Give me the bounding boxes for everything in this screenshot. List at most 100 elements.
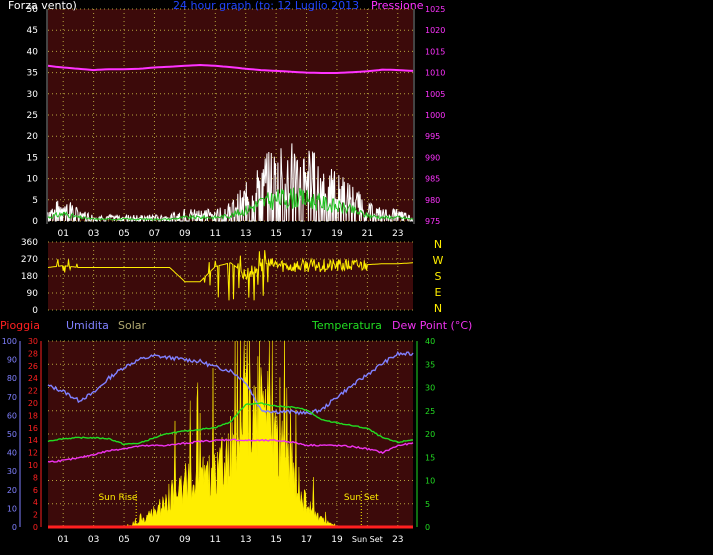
- rain-tick-label: 22: [28, 387, 38, 396]
- rain-tick-label: 24: [28, 374, 38, 383]
- pressure-tick-label: 985: [425, 175, 440, 184]
- temperature-tick-label: 20: [425, 430, 435, 439]
- humidity-label: Umidita: [66, 319, 109, 332]
- rain-label: Pioggia: [0, 319, 40, 332]
- humidity-tick-label: 30: [7, 467, 17, 476]
- hour-tick-label: 21: [362, 229, 373, 239]
- temperature-tick-label: 10: [425, 477, 435, 486]
- humidity-tick-label: 0: [12, 523, 17, 532]
- sunset-label: Sun Set: [344, 493, 379, 503]
- pressure-tick-label: 990: [425, 153, 440, 162]
- hour-tick-label: 23: [392, 229, 403, 239]
- sunrise-label: Sun Rise: [98, 493, 137, 503]
- pressure-tick-label: 1000: [425, 111, 445, 120]
- humidity-tick-label: 10: [7, 504, 17, 513]
- humidity-tick-label: 20: [7, 486, 17, 495]
- hour-tick-label: 01: [57, 229, 68, 239]
- direction-tick-label: 270: [21, 255, 38, 265]
- hour-tick-label: 23: [392, 535, 403, 545]
- humidity-tick-label: 60: [7, 411, 17, 420]
- humidity-tick-label: 80: [7, 374, 17, 383]
- direction-tick-label: 0: [32, 306, 38, 316]
- wind-tick-label: 5: [32, 196, 38, 206]
- compass-label: E: [435, 286, 442, 299]
- compass-label: N: [434, 302, 442, 315]
- compass-label: W: [433, 254, 444, 267]
- hour-tick-label: 09: [179, 229, 191, 239]
- rain-tick-label: 4: [33, 498, 38, 507]
- pressure-tick-label: 1005: [425, 90, 445, 99]
- hour-tick-label: 07: [149, 229, 160, 239]
- hour-tick-label: 11: [210, 229, 221, 239]
- rain-tick-label: 0: [33, 523, 38, 532]
- pressure-tick-label: 1010: [425, 69, 445, 78]
- hour-tick-label: 07: [149, 535, 160, 545]
- wind-panel: [48, 9, 413, 221]
- hour-tick-label: 15: [270, 535, 281, 545]
- hour-tick-label: Sun Set: [352, 535, 383, 544]
- humidity-tick-label: 100: [2, 337, 17, 346]
- pressure-tick-label: 980: [425, 196, 440, 205]
- direction-panel: [48, 242, 413, 310]
- hour-tick-label: 13: [240, 535, 251, 545]
- temperature-tick-label: 15: [425, 453, 435, 462]
- rain-tick-label: 30: [28, 337, 38, 346]
- hour-tick-label: 19: [331, 229, 343, 239]
- temperature-tick-label: 5: [425, 500, 430, 509]
- hour-tick-label: 19: [331, 535, 343, 545]
- hour-tick-label: 17: [301, 229, 312, 239]
- wind-force-label: Forza vento): [8, 0, 77, 12]
- direction-tick-label: 360: [21, 238, 38, 248]
- humidity-tick-label: 70: [7, 393, 17, 402]
- hour-tick-label: 15: [270, 229, 281, 239]
- pressure-tick-label: 975: [425, 217, 440, 226]
- humidity-tick-label: 50: [7, 430, 17, 439]
- rain-tick-label: 12: [28, 449, 38, 458]
- chart-title: 24 hour graph (to: 12 Luglio 2013: [173, 0, 360, 12]
- rain-tick-label: 2: [33, 511, 38, 520]
- hour-tick-label: 05: [118, 229, 129, 239]
- compass-label: N: [434, 238, 442, 251]
- hour-tick-label: 03: [88, 229, 99, 239]
- pressure-label: Pressione: [371, 0, 424, 12]
- rain-tick-label: 6: [33, 486, 38, 495]
- pressure-tick-label: 1020: [425, 26, 445, 35]
- rain-tick-label: 28: [28, 349, 38, 358]
- pressure-tick-label: 1025: [425, 5, 445, 14]
- hour-tick-label: 01: [57, 535, 68, 545]
- wind-tick-label: 45: [27, 26, 38, 36]
- temperature-tick-label: 35: [425, 360, 435, 369]
- direction-tick-label: 90: [27, 289, 39, 299]
- humidity-tick-label: 90: [7, 356, 17, 365]
- wind-tick-label: 20: [27, 132, 39, 142]
- wind-tick-label: 10: [27, 175, 39, 185]
- rain-tick-label: 26: [28, 362, 38, 371]
- temperature-tick-label: 30: [425, 384, 435, 393]
- hour-tick-label: 03: [88, 535, 99, 545]
- rain-tick-label: 14: [28, 436, 38, 445]
- dewpoint-label: Dew Point (°C): [392, 319, 473, 332]
- wind-tick-label: 30: [27, 90, 39, 100]
- temperature-label: Temperatura: [312, 319, 382, 332]
- hour-tick-label: 17: [301, 535, 312, 545]
- pressure-tick-label: 1015: [425, 47, 445, 56]
- direction-tick-label: 180: [21, 272, 38, 282]
- solar-label: Solar: [118, 319, 147, 332]
- humidity-tick-label: 40: [7, 449, 17, 458]
- hour-tick-label: 05: [118, 535, 129, 545]
- rain-tick-label: 18: [28, 411, 38, 420]
- wind-tick-label: 40: [27, 47, 39, 57]
- temperature-tick-label: 25: [425, 407, 435, 416]
- temperature-tick-label: 40: [425, 337, 435, 346]
- pressure-tick-label: 995: [425, 132, 440, 141]
- wind-tick-label: 25: [27, 111, 38, 121]
- wind-tick-label: 0: [32, 217, 38, 227]
- wind-tick-label: 15: [27, 153, 38, 163]
- hour-tick-label: 09: [179, 535, 191, 545]
- temperature-tick-label: 0: [425, 523, 430, 532]
- rain-tick-label: 16: [28, 424, 38, 433]
- weather-graph: 0510152025303540455097598098599099510001…: [2, 5, 446, 545]
- rain-tick-label: 8: [33, 473, 38, 482]
- rain-tick-label: 10: [28, 461, 38, 470]
- rain-tick-label: 20: [28, 399, 38, 408]
